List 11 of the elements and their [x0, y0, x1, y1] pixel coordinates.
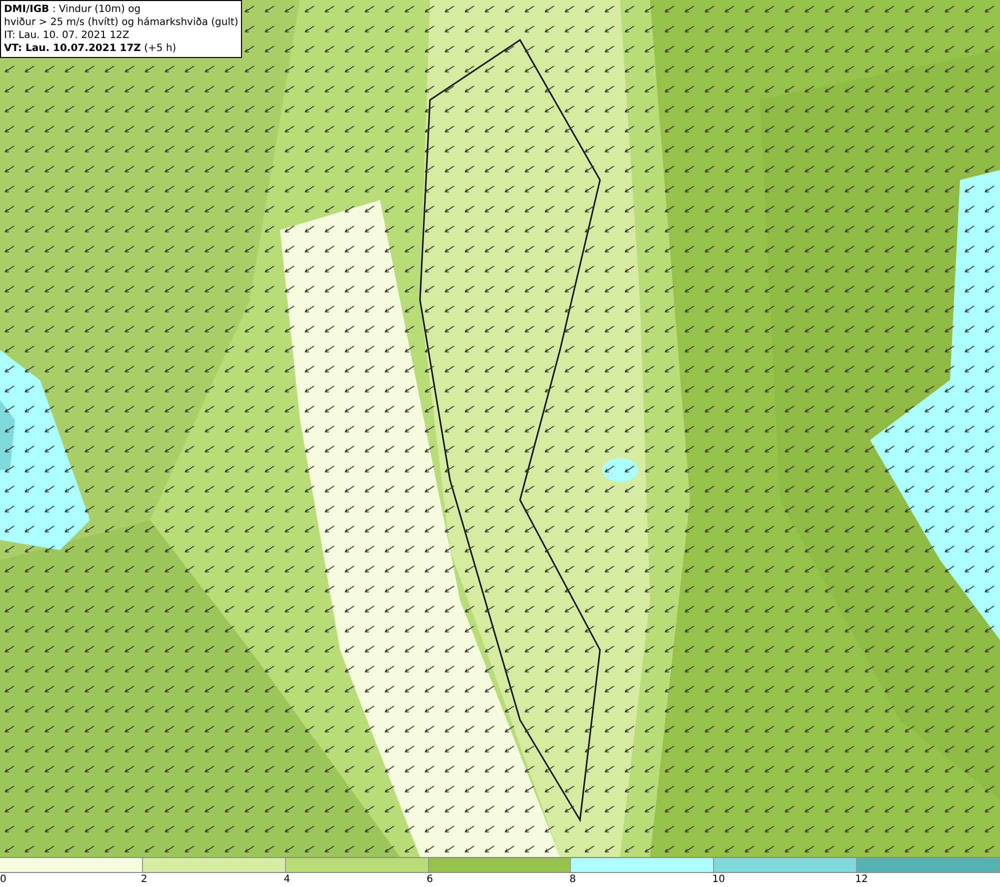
- legend-label: 6: [426, 874, 433, 885]
- legend-label: 0: [0, 874, 6, 885]
- legend-label: 8: [569, 874, 576, 885]
- title-line: IT: Lau. 10. 07. 2021 12Z: [4, 29, 130, 42]
- legend-label: 12: [855, 874, 868, 885]
- legend-label: 10: [712, 874, 726, 885]
- title-line: DMI/IGB : Vindur (10m) og: [4, 3, 142, 16]
- legend-label: 2: [140, 874, 148, 885]
- legend-label: 4: [284, 874, 290, 885]
- title-line: VT: Lau. 10.07.2021 17Z (+5 h): [4, 42, 178, 55]
- title-line: hviður > 25 m/s (hvítt) og hámarkshviða (gult): [4, 16, 238, 29]
